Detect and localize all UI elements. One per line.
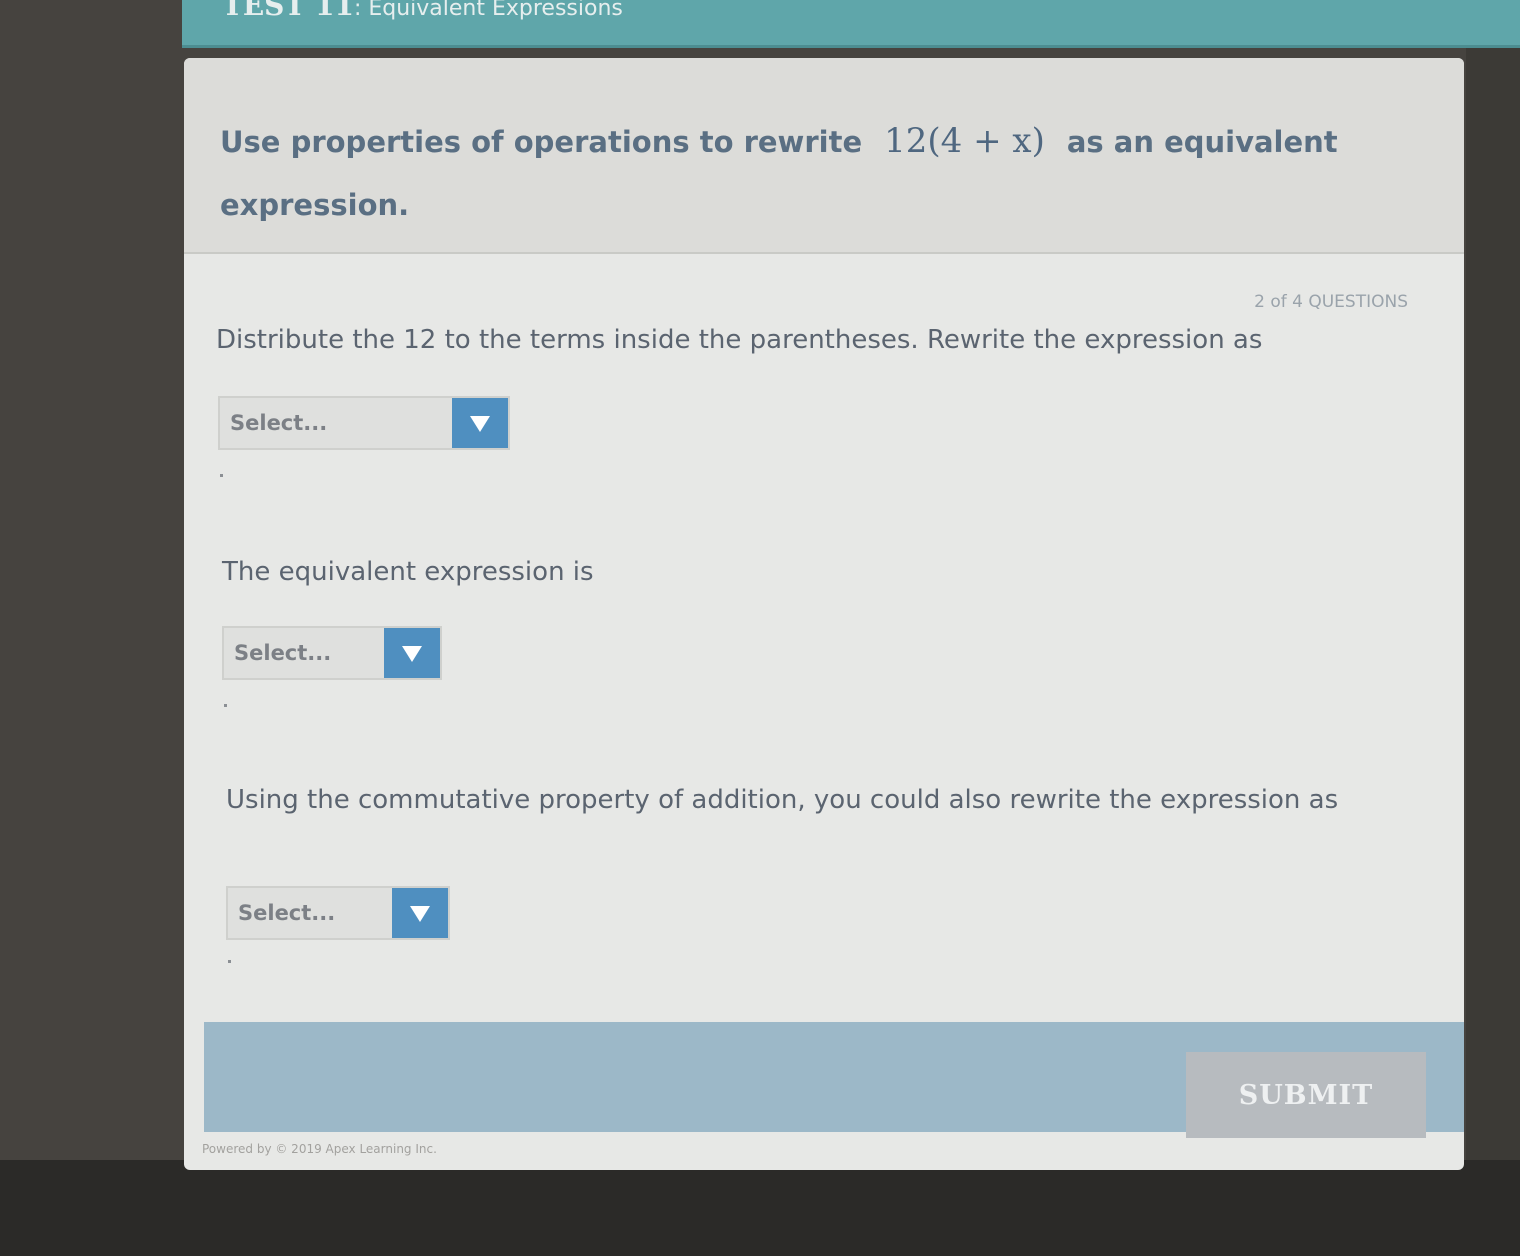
background-bottom <box>0 1160 1520 1256</box>
title-name: : Equivalent Expressions <box>353 0 623 21</box>
prompt-band: Use properties of operations to rewrite 1… <box>184 58 1464 254</box>
prompt-expression: 12(4 + x) <box>884 121 1045 161</box>
dropdown-toggle[interactable] <box>384 628 440 678</box>
background-right <box>1466 40 1520 1180</box>
submit-button[interactable]: SUBMIT <box>1186 1052 1426 1138</box>
question-3-text: Using the commutative property of additi… <box>226 785 1339 815</box>
copyright-text: Powered by © 2019 Apex Learning Inc. <box>202 1142 437 1156</box>
title-prefix: TEST 11 <box>222 0 354 22</box>
question-1-select[interactable]: Select... <box>218 396 510 450</box>
chevron-down-icon <box>410 906 430 922</box>
chevron-down-icon <box>470 416 490 432</box>
select-value: Select... <box>230 411 328 435</box>
dropdown-toggle[interactable] <box>452 398 508 448</box>
question-1-text: Distribute the 12 to the terms inside th… <box>216 325 1263 355</box>
dropdown-toggle[interactable] <box>392 888 448 938</box>
select-value: Select... <box>234 641 332 665</box>
prompt-text: Use properties of operations to rewrite 1… <box>220 110 1400 237</box>
question-2-select[interactable]: Select... <box>222 626 442 680</box>
period-mark <box>224 704 227 707</box>
page-title: TEST 11: Equivalent Expressions <box>222 0 623 23</box>
chevron-down-icon <box>402 646 422 662</box>
period-mark <box>220 474 223 477</box>
prompt-before: Use properties of operations to rewrite <box>220 125 863 159</box>
question-3-select[interactable]: Select... <box>226 886 450 940</box>
question-2-text: The equivalent expression is <box>222 557 594 587</box>
question-counter: 2 of 4 QUESTIONS <box>1254 292 1408 312</box>
select-value: Select... <box>238 901 336 925</box>
period-mark <box>228 960 231 963</box>
question-card: Use properties of operations to rewrite 1… <box>184 58 1464 1170</box>
